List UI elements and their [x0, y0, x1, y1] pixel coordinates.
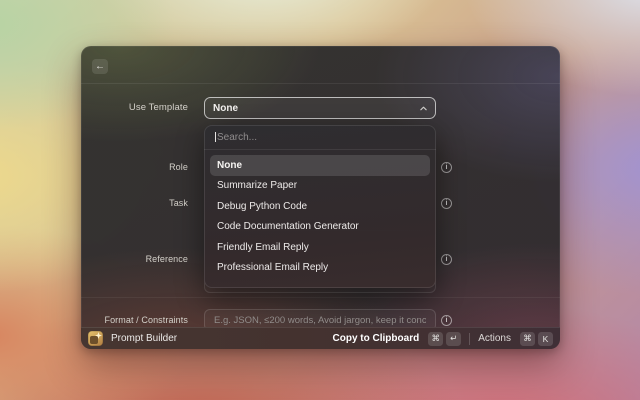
- section-divider: [81, 297, 560, 298]
- template-option[interactable]: Professional Email Reply: [210, 258, 430, 279]
- text-cursor: [215, 132, 216, 142]
- template-option[interactable]: Summarize Paper: [210, 176, 430, 197]
- task-info-icon[interactable]: i: [441, 198, 452, 209]
- back-icon: ←: [95, 59, 105, 74]
- role-label: Role: [81, 162, 188, 173]
- template-option-label: Friendly Email Reply: [217, 242, 309, 253]
- footer-separator: [469, 333, 470, 345]
- use-template-value: None: [213, 103, 238, 114]
- dropdown-search-input[interactable]: [204, 125, 436, 149]
- footer-app-title: Prompt Builder: [111, 333, 177, 344]
- footer-bar: Prompt Builder Copy to Clipboard ⌘ ↵ Act…: [81, 327, 560, 349]
- task-label: Task: [81, 198, 188, 209]
- command-key-icon: ⌘: [428, 332, 443, 346]
- desktop-background: ← Use Template None None Summarize Paper: [0, 0, 640, 400]
- template-option-label: Debug Python Code: [217, 201, 307, 212]
- reference-info-icon[interactable]: i: [441, 254, 452, 265]
- use-template-select[interactable]: None: [204, 97, 436, 119]
- role-info-icon[interactable]: i: [441, 162, 452, 173]
- chevron-up-icon: [420, 106, 427, 111]
- template-option-label: Summarize Paper: [217, 180, 297, 191]
- format-info-icon[interactable]: i: [441, 315, 452, 326]
- template-option-list: None Summarize Paper Debug Python Code C…: [204, 150, 436, 284]
- footer-actions: Copy to Clipboard ⌘ ↵ Actions ⌘ K: [333, 332, 553, 346]
- use-template-label: Use Template: [81, 102, 188, 113]
- reference-label: Reference: [81, 254, 188, 265]
- actions-label: Actions: [478, 333, 511, 344]
- copy-to-clipboard-action[interactable]: Copy to Clipboard ⌘ ↵: [333, 332, 462, 346]
- template-option[interactable]: None: [210, 155, 430, 176]
- return-key-icon: ↵: [446, 332, 461, 346]
- template-option[interactable]: Code Documentation Generator: [210, 217, 430, 238]
- actions-menu-button[interactable]: Actions ⌘ K: [478, 332, 553, 346]
- template-option-label: None: [217, 160, 242, 171]
- template-dropdown: None Summarize Paper Debug Python Code C…: [204, 125, 436, 288]
- header-divider: [81, 83, 560, 84]
- k-key-icon: K: [538, 332, 553, 346]
- template-option[interactable]: Debug Python Code: [210, 196, 430, 217]
- dropdown-search[interactable]: [204, 125, 436, 149]
- sparkle-icon: [95, 332, 102, 339]
- format-constraints-label: Format / Constraints: [81, 315, 188, 326]
- template-option-label: Code Documentation Generator: [217, 221, 359, 232]
- template-option[interactable]: Friendly Email Reply: [210, 237, 430, 258]
- back-button[interactable]: ←: [92, 59, 108, 74]
- prompt-builder-window: ← Use Template None None Summarize Paper: [81, 46, 560, 349]
- command-key-icon: ⌘: [520, 332, 535, 346]
- template-option-label: Professional Email Reply: [217, 262, 328, 273]
- copy-to-clipboard-label: Copy to Clipboard: [333, 333, 420, 344]
- prompt-builder-app-icon: [88, 331, 103, 346]
